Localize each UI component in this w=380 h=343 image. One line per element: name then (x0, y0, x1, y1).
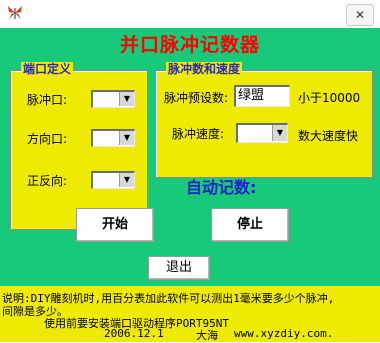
speed-dropdown[interactable]: ▼ (236, 123, 288, 143)
pulse-speed-group: 脉冲数和速度 脉冲预设数: 绿盟 小于10000 脉冲速度: ▼ 数大速度快 (155, 62, 373, 178)
chevron-down-icon[interactable]: ▼ (119, 173, 134, 187)
auto-count-label: 自动记数: (186, 178, 257, 197)
client-area: 并口脉冲记数器 端口定义 脉冲口: ▼ 方向口: ▼ 正反向: ▼ 脉冲数和速度 (0, 28, 380, 342)
speed-hint-label: 数大速度快 (298, 129, 359, 143)
chevron-down-icon[interactable]: ▼ (272, 125, 287, 141)
preset-input[interactable]: 绿盟 (234, 85, 290, 107)
pulse-port-dropdown[interactable]: ▼ (91, 90, 135, 108)
port-definition-legend: 端口定义 (21, 62, 74, 76)
stop-button[interactable]: 停止 (211, 208, 289, 242)
fwd-rev-dropdown[interactable]: ▼ (91, 171, 135, 189)
speed-label: 脉冲速度: (172, 127, 225, 141)
chevron-down-icon[interactable]: ▼ (119, 131, 134, 145)
preset-label: 脉冲预设数: (164, 91, 229, 105)
info-panel: 说明:DIY雕刻机时,用百分表加此软件可以测出1毫米要多少个脉冲, 间隙是多少。… (0, 286, 380, 342)
chevron-down-icon[interactable]: ▼ (119, 92, 134, 106)
preset-value: 绿盟 (238, 88, 265, 103)
direction-port-dropdown[interactable]: ▼ (91, 129, 135, 147)
butterfly-icon[interactable] (6, 4, 24, 22)
info-author: 大海 (196, 329, 218, 342)
app-window: ✕ 并口脉冲记数器 端口定义 脉冲口: ▼ 方向口: ▼ 正反向: ▼ 脉冲数和… (0, 0, 380, 342)
direction-port-label: 方向口: (27, 132, 68, 146)
info-date: 2006.12.1 (104, 327, 164, 340)
exit-button[interactable]: 退出 (148, 256, 210, 280)
start-button[interactable]: 开始 (76, 208, 154, 242)
less-than-label: 小于10000 (298, 91, 361, 105)
close-icon: ✕ (354, 8, 366, 22)
fwd-rev-label: 正反向: (27, 174, 68, 188)
info-website[interactable]: www.xyzdiy.com. (234, 327, 333, 340)
port-definition-group: 端口定义 脉冲口: ▼ 方向口: ▼ 正反向: ▼ (10, 62, 148, 230)
close-button[interactable]: ✕ (346, 4, 374, 26)
pulse-speed-legend: 脉冲数和速度 (166, 62, 243, 76)
app-title: 并口脉冲记数器 (119, 34, 260, 56)
title-bar[interactable]: ✕ (0, 0, 380, 28)
pulse-port-label: 脉冲口: (27, 93, 68, 107)
